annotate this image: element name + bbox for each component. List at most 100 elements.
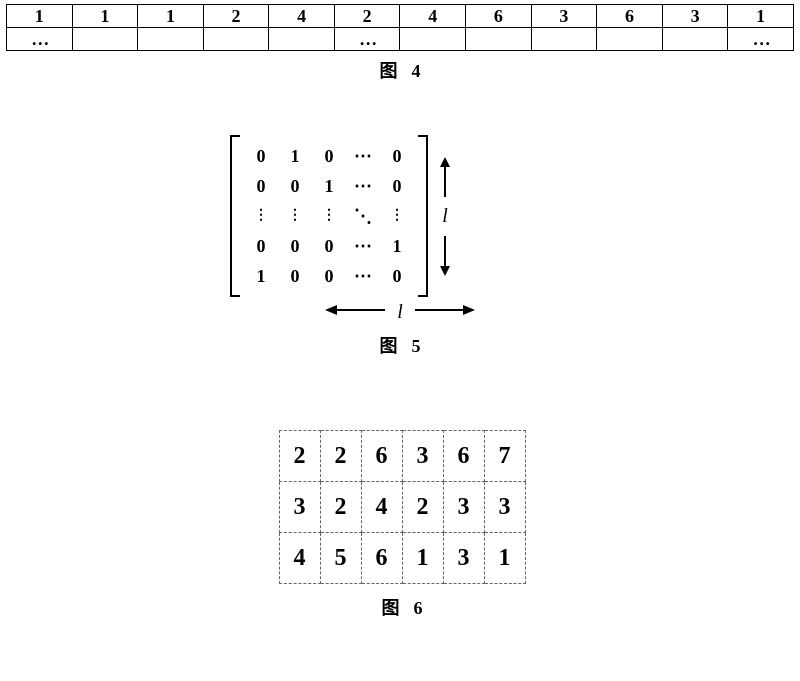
fig4-cell <box>662 28 728 51</box>
figure-4-caption: 图4 <box>6 57 794 83</box>
figure-6-caption: 图6 <box>272 594 532 620</box>
fig4-cell <box>531 28 597 51</box>
matrix-cell: 1 <box>380 231 414 261</box>
matrix-cell: 0 <box>380 141 414 171</box>
matrix-cell: ⋯ <box>346 231 380 261</box>
matrix-cell: 0 <box>244 171 278 201</box>
matrix-cell: 0 <box>278 231 312 261</box>
fig4-table: 1 1 1 2 4 2 4 6 3 6 3 1 … … … <box>6 4 794 51</box>
fig6-cell: 3 <box>443 533 484 584</box>
arrow-down-icon <box>438 236 452 276</box>
fig4-cell: 6 <box>466 5 532 28</box>
caption-prefix: 图 <box>382 598 400 618</box>
fig6-cell: 3 <box>279 482 320 533</box>
bracket-left-icon <box>230 135 240 297</box>
fig6-cell: 2 <box>279 431 320 482</box>
fig5-row-dimension: l <box>438 141 452 291</box>
matrix-row: 1 0 0 ⋯ 0 <box>244 261 414 291</box>
fig4-cell: 2 <box>203 5 269 28</box>
matrix-row: 0 1 0 ⋯ 0 <box>244 141 414 171</box>
fig4-cell: … <box>728 28 794 51</box>
fig4-cell: 3 <box>531 5 597 28</box>
matrix-cell: ⋮ <box>278 201 312 231</box>
fig4-cell: 1 <box>728 5 794 28</box>
fig6-cell: 5 <box>320 533 361 584</box>
fig4-cell: 1 <box>7 5 73 28</box>
matrix-cell: 0 <box>312 231 346 261</box>
fig4-cell <box>138 28 204 51</box>
fig6-cell: 6 <box>361 533 402 584</box>
matrix-cell: ⋮ <box>312 201 346 231</box>
fig4-cell <box>72 28 138 51</box>
fig5-matrix: 0 1 0 ⋯ 0 0 0 1 ⋯ 0 ⋮ ⋮ ⋮ ⋱ <box>230 135 428 297</box>
matrix-cell: 0 <box>312 141 346 171</box>
matrix-cell: 0 <box>278 171 312 201</box>
bracket-right-icon <box>418 135 428 297</box>
matrix-cell: 0 <box>380 261 414 291</box>
matrix-cell: ⋱ <box>346 201 380 231</box>
figure-4: 1 1 1 2 4 2 4 6 3 6 3 1 … … … <box>6 4 794 83</box>
matrix-row: ⋮ ⋮ ⋮ ⋱ ⋮ <box>244 201 414 231</box>
table-row: 1 1 1 2 4 2 4 6 3 6 3 1 <box>7 5 794 28</box>
figure-5-caption: 图5 <box>230 332 570 358</box>
fig6-cell: 3 <box>402 431 443 482</box>
matrix-cell: ⋮ <box>380 201 414 231</box>
fig6-cell: 3 <box>443 482 484 533</box>
fig4-cell: 4 <box>269 5 335 28</box>
row-count-label: l <box>442 205 448 228</box>
matrix-cell: 1 <box>312 171 346 201</box>
fig6-cell: 3 <box>484 482 525 533</box>
table-row: 2 2 6 3 6 7 <box>279 431 525 482</box>
fig6-cell: 2 <box>402 482 443 533</box>
fig4-cell <box>597 28 663 51</box>
fig4-cell: … <box>7 28 73 51</box>
fig4-cell: 4 <box>400 5 466 28</box>
matrix-cell: 0 <box>380 171 414 201</box>
arrow-right-icon <box>415 303 475 322</box>
fig6-cell: 1 <box>402 533 443 584</box>
fig6-cell: 2 <box>320 482 361 533</box>
matrix-cell: ⋮ <box>244 201 278 231</box>
fig4-cell: 6 <box>597 5 663 28</box>
fig6-cell: 4 <box>361 482 402 533</box>
matrix-cell: 0 <box>244 141 278 171</box>
fig6-cell: 6 <box>443 431 484 482</box>
fig4-cell <box>400 28 466 51</box>
matrix-cell: 0 <box>244 231 278 261</box>
arrow-up-icon <box>438 157 452 197</box>
caption-prefix: 图 <box>380 61 398 81</box>
fig4-cell: 3 <box>662 5 728 28</box>
matrix-cell: ⋯ <box>346 171 380 201</box>
table-row: … … … <box>7 28 794 51</box>
fig4-cell: 1 <box>72 5 138 28</box>
fig5-rows: 0 1 0 ⋯ 0 0 0 1 ⋯ 0 ⋮ ⋮ ⋮ ⋱ <box>244 141 414 291</box>
figure-5: 0 1 0 ⋯ 0 0 0 1 ⋯ 0 ⋮ ⋮ ⋮ ⋱ <box>230 135 570 358</box>
matrix-cell: 1 <box>244 261 278 291</box>
caption-number: 5 <box>412 336 421 356</box>
caption-number: 6 <box>414 598 423 618</box>
matrix-cell: 0 <box>312 261 346 291</box>
matrix-cell: 1 <box>278 141 312 171</box>
arrow-left-icon <box>325 303 385 322</box>
fig4-cell <box>269 28 335 51</box>
matrix-cell: ⋯ <box>346 261 380 291</box>
fig4-cell: 2 <box>334 5 400 28</box>
fig4-cell: … <box>334 28 400 51</box>
fig4-cell: 1 <box>138 5 204 28</box>
fig6-cell: 6 <box>361 431 402 482</box>
caption-prefix: 图 <box>380 336 398 356</box>
col-count-label: l <box>397 301 403 324</box>
fig6-cell: 7 <box>484 431 525 482</box>
matrix-cell: 0 <box>278 261 312 291</box>
figure-6: 2 2 6 3 6 7 3 2 4 2 3 3 4 5 6 1 3 1 图6 <box>272 430 532 620</box>
fig6-cell: 2 <box>320 431 361 482</box>
fig6-cell: 4 <box>279 533 320 584</box>
table-row: 4 5 6 1 3 1 <box>279 533 525 584</box>
fig4-cell <box>466 28 532 51</box>
table-row: 3 2 4 2 3 3 <box>279 482 525 533</box>
fig4-cell <box>203 28 269 51</box>
matrix-row: 0 0 1 ⋯ 0 <box>244 171 414 201</box>
fig6-table: 2 2 6 3 6 7 3 2 4 2 3 3 4 5 6 1 3 1 <box>279 430 526 584</box>
fig6-cell: 1 <box>484 533 525 584</box>
fig5-col-dimension: l <box>230 301 570 324</box>
